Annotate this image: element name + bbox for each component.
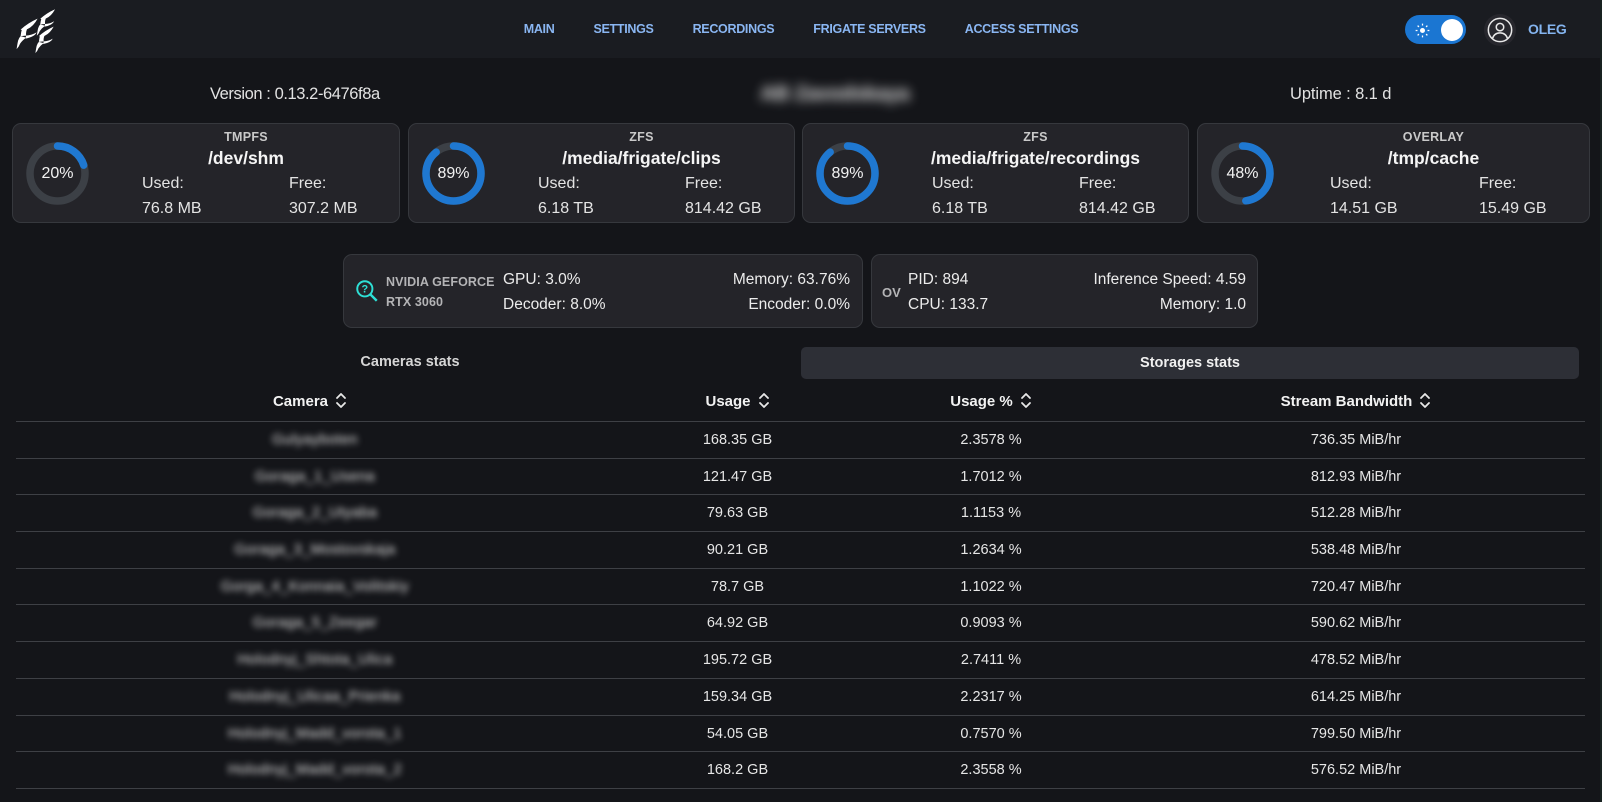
svg-text:?: ? [362, 284, 369, 296]
